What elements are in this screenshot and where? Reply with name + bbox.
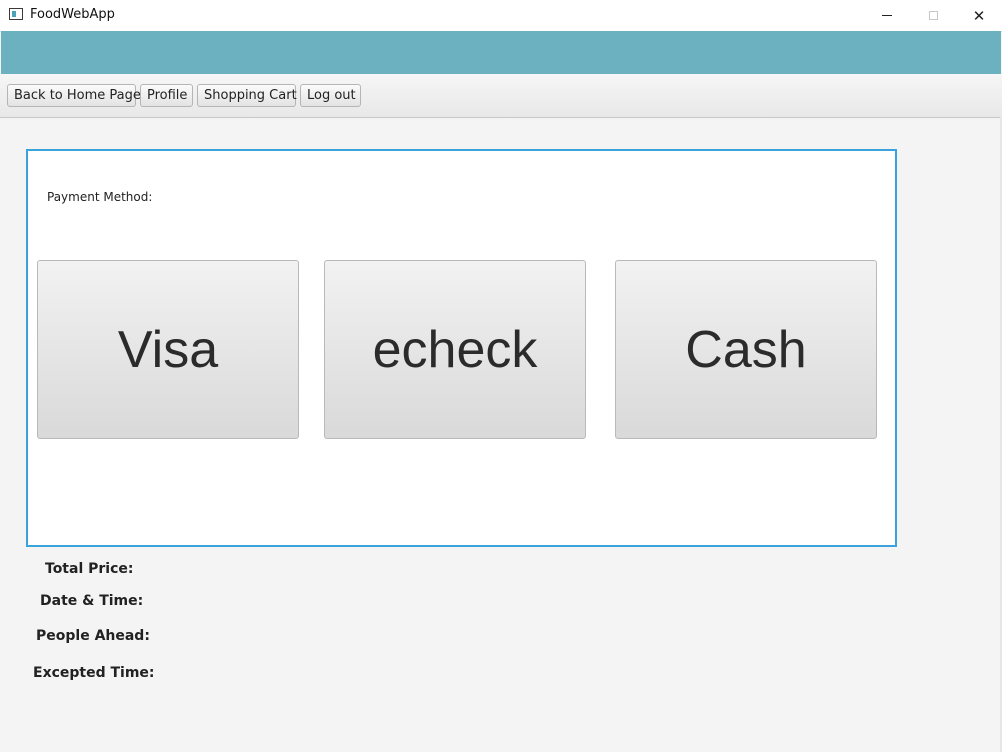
shopping-cart-button[interactable]: Shopping Cart xyxy=(197,84,297,107)
header-banner xyxy=(1,31,1001,74)
excepted-time-label: Excepted Time: xyxy=(33,665,155,681)
visa-button[interactable]: Visa xyxy=(37,260,299,439)
date-time-label: Date & Time: xyxy=(40,593,144,609)
people-ahead-label: People Ahead: xyxy=(36,628,150,644)
back-to-home-button[interactable]: Back to Home Page xyxy=(7,84,141,107)
title-bar: FoodWebApp ✕ xyxy=(0,0,1002,32)
window-title: FoodWebApp xyxy=(30,7,115,22)
profile-button[interactable]: Profile xyxy=(140,84,193,107)
app-icon xyxy=(9,8,23,20)
cash-button[interactable]: Cash xyxy=(615,260,877,439)
echeck-button[interactable]: echeck xyxy=(324,260,586,439)
maximize-icon xyxy=(928,11,938,20)
toolbar: Back to Home Page Profile Shopping Cart … xyxy=(0,74,1002,118)
log-out-button[interactable]: Log out xyxy=(300,84,361,107)
payment-method-label: Payment Method: xyxy=(47,190,153,204)
close-icon: ✕ xyxy=(972,6,986,25)
total-price-label: Total Price: xyxy=(45,561,134,577)
close-button[interactable]: ✕ xyxy=(956,0,1002,31)
payment-panel: Payment Method: Visa echeck Cash xyxy=(26,149,897,547)
minimize-button[interactable] xyxy=(864,0,910,31)
minimize-icon xyxy=(882,15,892,16)
maximize-button[interactable] xyxy=(910,0,956,31)
